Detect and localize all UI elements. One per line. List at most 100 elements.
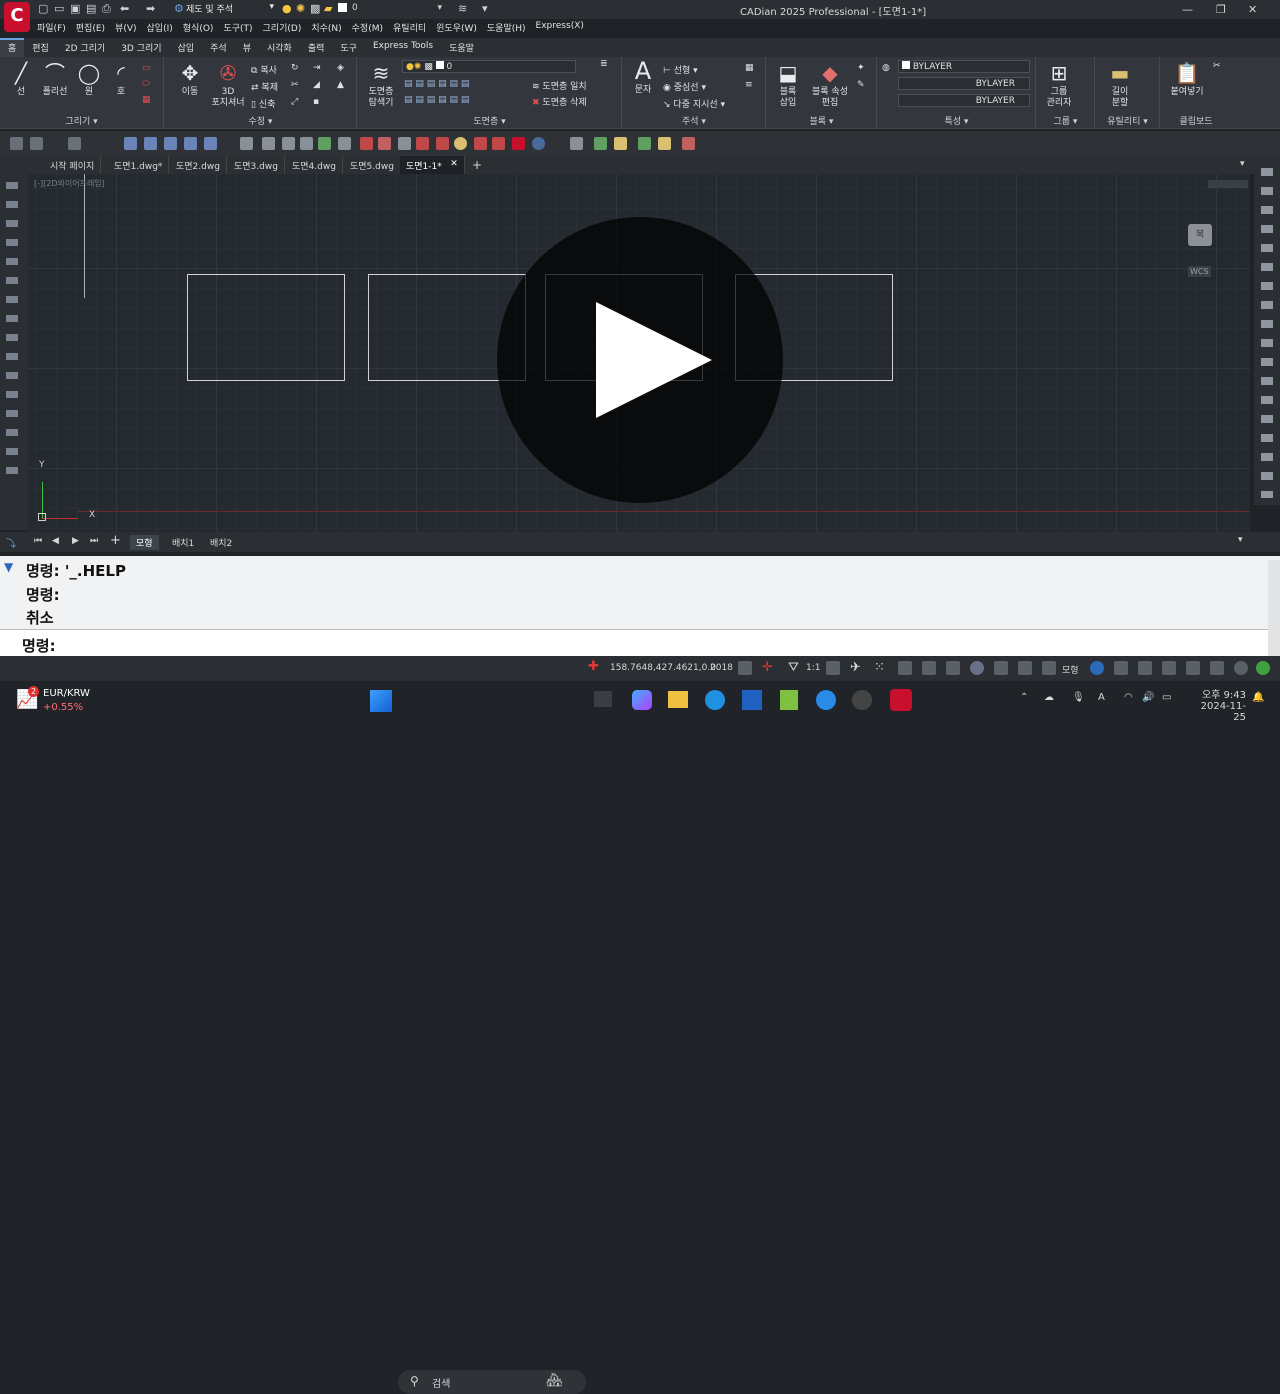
explode-icon[interactable]: ▲ — [337, 80, 344, 90]
next-layout-icon[interactable]: ▶ — [72, 536, 79, 546]
block-insert-button[interactable]: ⬓ 블록 삽입 — [771, 61, 805, 109]
menu-express[interactable]: Express(X) — [531, 19, 589, 37]
menu-insert[interactable]: 삽입(I) — [142, 19, 178, 37]
move-button[interactable]: ✥ 이동 — [173, 61, 207, 98]
microphone-icon[interactable]: 🎙 — [1072, 692, 1085, 703]
help-globe-icon[interactable] — [532, 137, 545, 150]
mirror-button[interactable]: ⇄ 복제 — [251, 80, 278, 93]
cut-icon[interactable]: ✂ — [1213, 61, 1221, 71]
block-edit-icon[interactable]: ✎ — [857, 80, 865, 90]
tab-drawing3[interactable]: 도면3.dwg — [228, 156, 285, 174]
copilot-icon[interactable] — [632, 690, 652, 710]
ortho-mode-icon[interactable] — [946, 661, 960, 675]
tool-icon[interactable] — [240, 137, 253, 150]
tab-layout2[interactable]: 배치2 — [204, 535, 238, 550]
layer-dropdown[interactable]: 0 ▾ — [352, 3, 444, 13]
app-icon[interactable] — [816, 690, 836, 710]
menu-view[interactable]: 뷰(V) — [110, 19, 141, 37]
properties-panel-label[interactable]: 특성 ▾ — [878, 114, 1035, 127]
circle-button[interactable]: ◯ 원 — [74, 61, 104, 98]
coordinates[interactable]: 158.7648,427.4621,0.0 — [610, 663, 716, 673]
hatch-icon[interactable]: ▦ — [142, 95, 151, 105]
3d-positioner-button[interactable]: ✇ 3D 포지셔너 — [209, 61, 247, 109]
edge-icon[interactable] — [705, 690, 725, 710]
volume-icon[interactable]: 🔊 — [1142, 692, 1154, 703]
draw-tools-icons[interactable] — [6, 182, 18, 482]
modify-panel-label[interactable]: 수정 ▾ — [165, 114, 356, 127]
rectangle-icon[interactable]: ▭ — [142, 63, 151, 73]
workspace-icon[interactable]: ✈ — [850, 660, 861, 675]
menu-edit[interactable]: 편집(E) — [71, 19, 110, 37]
isolate-icon[interactable] — [1234, 661, 1248, 675]
customize-qa-icon[interactable]: ▾ — [482, 2, 488, 15]
grid-mode-icon[interactable] — [898, 661, 912, 675]
polar-icon[interactable] — [970, 661, 984, 675]
tab-model[interactable]: 모형 — [130, 535, 159, 550]
dim-tool-icon[interactable] — [184, 137, 197, 150]
block-create-icon[interactable]: ✦ — [857, 63, 865, 73]
file-explorer-icon[interactable] — [668, 691, 688, 708]
wifi-icon[interactable]: ◠ — [1124, 692, 1133, 703]
group-panel-label[interactable]: 그룹 ▾ — [1037, 114, 1094, 127]
lineweight-dropdown[interactable]: BYLAYER — [898, 94, 1030, 107]
tab-home[interactable]: 홈 — [0, 38, 25, 57]
tab-drawing1[interactable]: 도면1.dwg* — [108, 156, 170, 174]
navcube[interactable]: 북 — [1188, 224, 1212, 246]
layout-nav-icon[interactable]: ⤵ — [6, 535, 16, 550]
viewport-label[interactable]: [-][2D와이어프레임] — [34, 178, 105, 189]
rotate-icon[interactable]: ↻ — [291, 63, 299, 73]
text-button[interactable]: A 문자 — [627, 59, 659, 96]
tab-drawing1-1[interactable]: 도면1-1* ✕ — [400, 156, 465, 174]
settings-gear-icon[interactable] — [1090, 661, 1104, 675]
customize-icon[interactable] — [1162, 661, 1176, 675]
taskbar-search[interactable]: ⚲ 검색 🏘 — [398, 1370, 586, 1394]
dim-tool-icon[interactable] — [144, 137, 157, 150]
app-logo[interactable]: C — [4, 2, 30, 32]
workspace-dropdown[interactable]: 제도 및 주석 ▾ — [186, 2, 276, 15]
layer-panel-label[interactable]: 도면층 ▾ — [358, 114, 621, 127]
polyline-button[interactable]: ⌒ 폴리선 — [38, 61, 72, 98]
grid-icon[interactable] — [68, 137, 81, 150]
command-scrollbar[interactable] — [1268, 560, 1280, 656]
tab-visualize[interactable]: 시각화 — [259, 38, 300, 57]
play-icon[interactable] — [596, 302, 712, 418]
scale-icon[interactable]: ⤢ — [291, 97, 298, 107]
tab-express-tools[interactable]: Express Tools — [365, 38, 441, 57]
tool-icon[interactable] — [614, 137, 627, 150]
dim-tool-icon[interactable] — [204, 137, 217, 150]
grid-dots-icon[interactable]: ⁙ — [874, 660, 885, 675]
undo-icon[interactable]: ⬅ — [120, 2, 129, 15]
group-manager-button[interactable]: ⊞ 그룹 관리자 — [1039, 61, 1079, 109]
chevron-down-icon[interactable]: ▾ — [1238, 535, 1243, 545]
tool-icon[interactable] — [658, 137, 671, 150]
line-button[interactable]: ╱ 선 — [6, 61, 36, 98]
open-file-icon[interactable]: ▭ — [54, 2, 64, 15]
menu-modify[interactable]: 수정(M) — [347, 19, 388, 37]
version-year[interactable]: 2018 — [710, 663, 733, 673]
wcs-label[interactable]: WCS — [1188, 266, 1211, 277]
lineweight-icon[interactable] — [1042, 661, 1056, 675]
tool-icon[interactable] — [262, 137, 275, 150]
tool-icon[interactable] — [300, 137, 313, 150]
cadian-taskbar-icon[interactable] — [890, 689, 912, 711]
tool-icon[interactable] — [416, 137, 429, 150]
tab-view[interactable]: 뷰 — [235, 38, 259, 57]
multileader-button[interactable]: ↘ 다중 지시선 ▾ — [663, 97, 725, 110]
osnap-mode-icon[interactable] — [994, 661, 1008, 675]
tool-icon[interactable] — [318, 137, 331, 150]
chevron-up-icon[interactable]: ⌃ — [1020, 692, 1028, 703]
close-icon[interactable]: ✕ — [450, 159, 458, 169]
tool-icon[interactable] — [436, 137, 449, 150]
draw-panel-label[interactable]: 그리기 ▾ — [0, 114, 163, 127]
layer-tools-icon-row[interactable]: ▤ ▤ ▤ ▤ ▤ ▤ — [404, 79, 469, 89]
tool-icon[interactable] — [282, 137, 295, 150]
cloud-icon[interactable]: ☁ — [1044, 692, 1054, 703]
annotation-panel-label[interactable]: 주석 ▾ — [623, 114, 765, 127]
layer-tools-icon-row2[interactable]: ▤ ▤ ▤ ▤ ▤ ▤ — [404, 95, 469, 105]
toolbar-icon[interactable] — [1138, 661, 1152, 675]
viewport-controls[interactable] — [1208, 180, 1248, 188]
stretch-button[interactable]: ▯ 신축 — [251, 97, 275, 110]
notification-bell-icon[interactable]: 🔔 — [1252, 692, 1264, 703]
paste-button[interactable]: 📋 붙여넣기 — [1165, 61, 1209, 98]
drawn-rectangle[interactable] — [187, 274, 345, 381]
